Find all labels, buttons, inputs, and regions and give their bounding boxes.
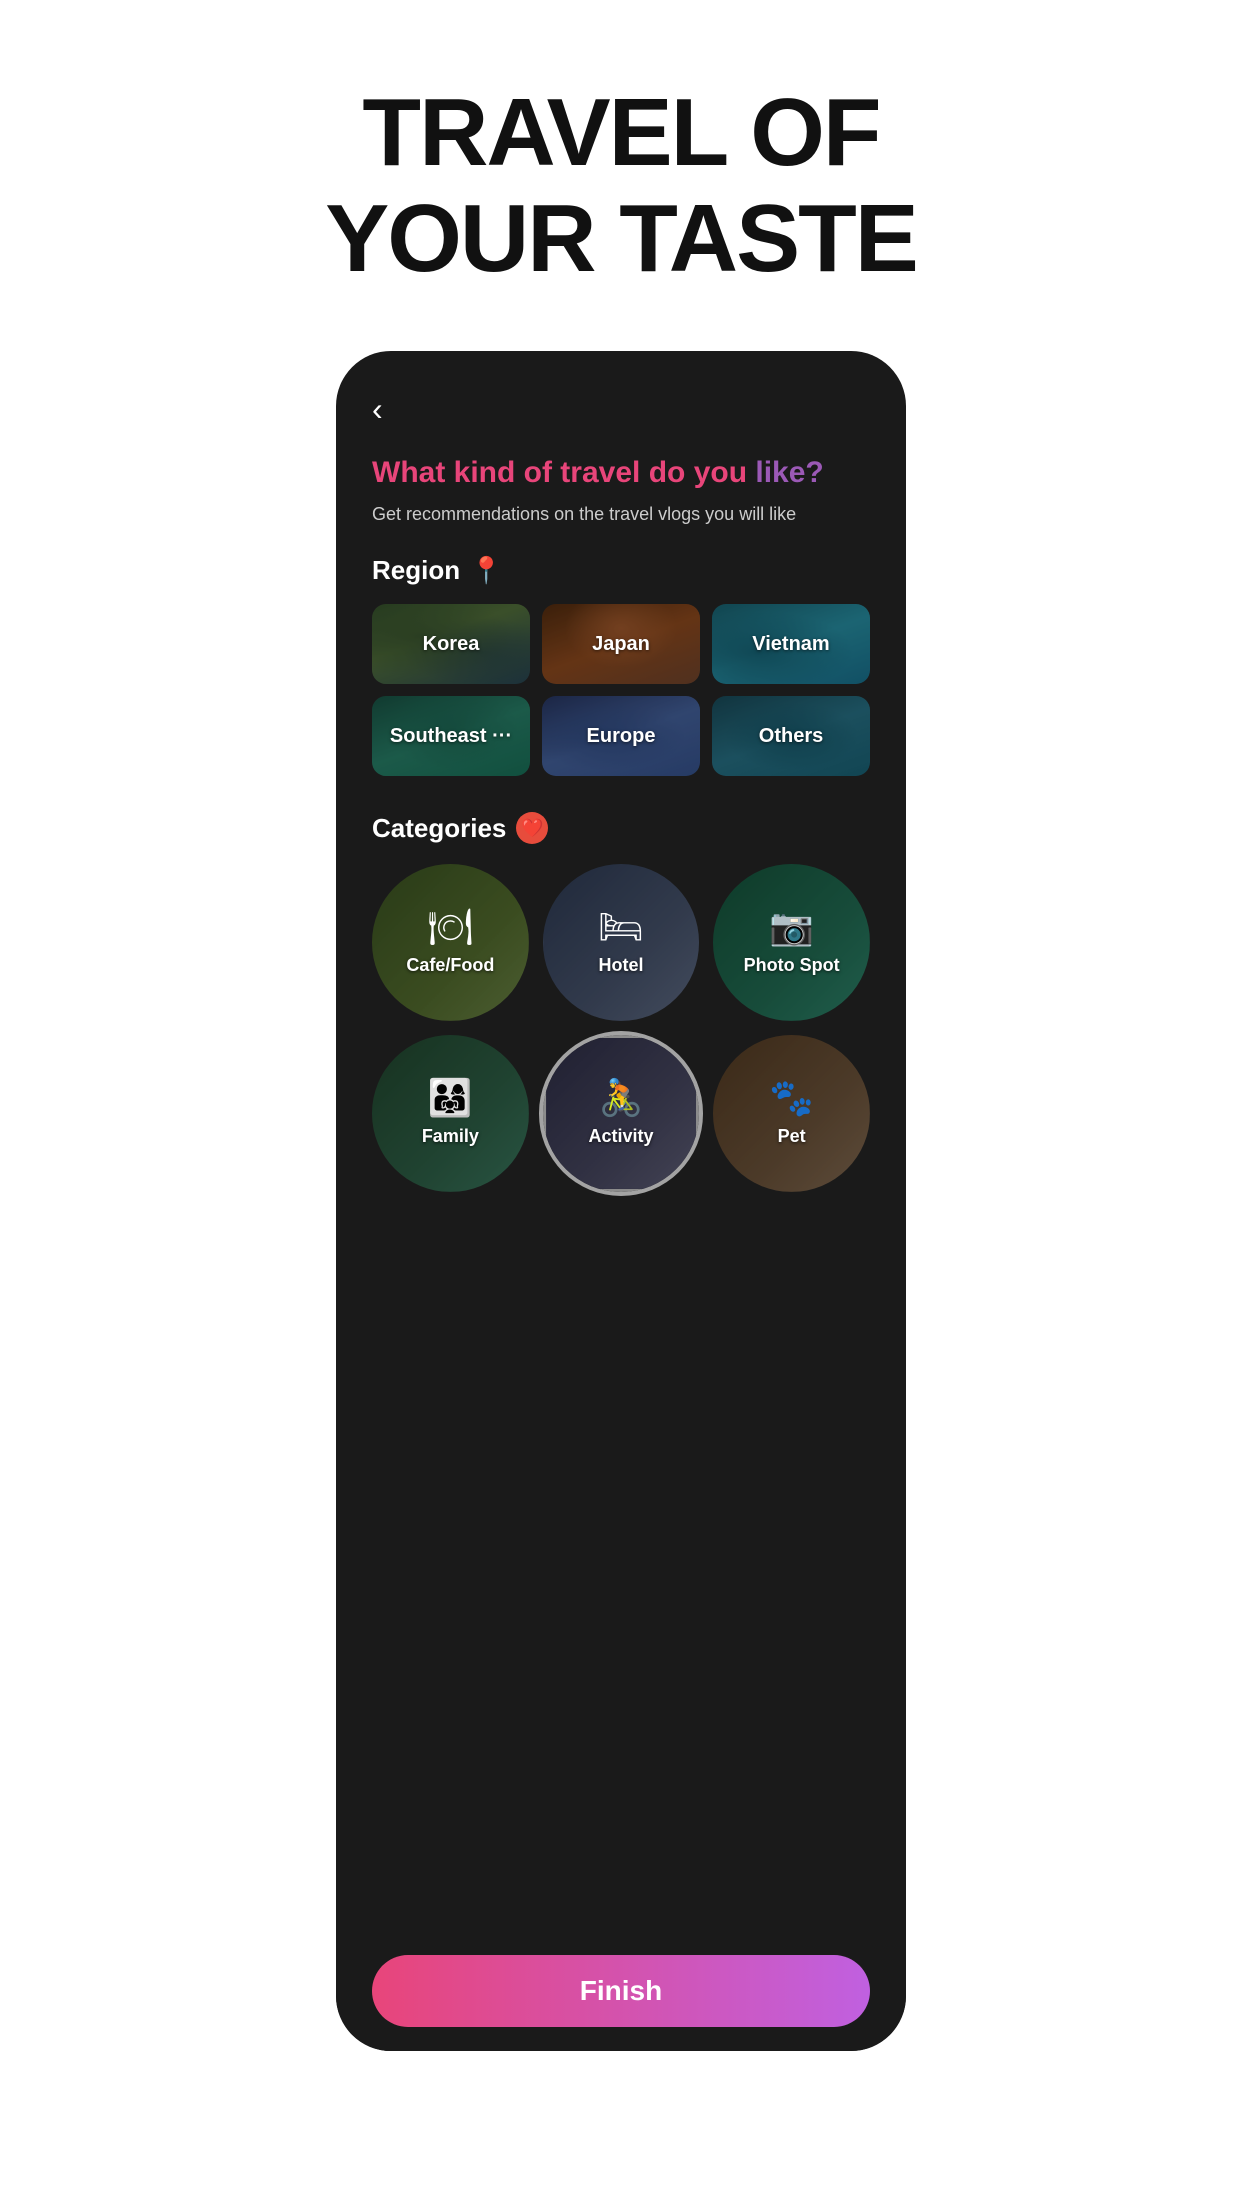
question-heading: What kind of travel do you like? xyxy=(372,452,870,494)
region-icon: 📍 xyxy=(470,555,502,586)
region-card-korea[interactable]: Korea xyxy=(372,604,530,684)
region-card-vietnam[interactable]: Vietnam xyxy=(712,604,870,684)
region-card-southeast[interactable]: Southeast ··· xyxy=(372,696,530,776)
category-cafe[interactable]: 🍽 Cafe/Food xyxy=(372,864,529,1021)
heart-icon: ❤️ xyxy=(516,812,548,844)
activity-icon: 🚴 xyxy=(599,1080,644,1116)
page-title: TRAVEL OF YOUR TASTE xyxy=(325,80,917,291)
category-family[interactable]: 👨‍👩‍👧 Family xyxy=(372,1035,529,1192)
cafe-icon: 🍽 xyxy=(427,909,473,945)
category-photospot[interactable]: 📷 Photo Spot xyxy=(713,864,870,1021)
categories-label: Categories ❤️ xyxy=(372,812,870,844)
category-activity[interactable]: 🚴 Activity xyxy=(543,1035,700,1192)
pet-icon: 🐾 xyxy=(769,1080,814,1116)
question-subtitle: Get recommendations on the travel vlogs … xyxy=(372,504,870,525)
region-section-label: Region 📍 xyxy=(372,555,870,586)
hotel-icon: 🛏 xyxy=(598,909,644,945)
region-card-japan[interactable]: Japan xyxy=(542,604,700,684)
finish-button[interactable]: Finish xyxy=(372,1955,870,2027)
region-card-others[interactable]: Others xyxy=(712,696,870,776)
region-grid: Korea Japan Vietnam Southeast ··· Europe… xyxy=(372,604,870,776)
region-card-europe[interactable]: Europe xyxy=(542,696,700,776)
finish-button-container: Finish xyxy=(336,1939,906,2051)
categories-grid: 🍽 Cafe/Food 🛏 Hotel 📷 Photo Spot xyxy=(372,864,870,1191)
phone-mockup: ‹ What kind of travel do you like? Get r… xyxy=(336,351,906,2051)
camera-icon: 📷 xyxy=(769,909,814,945)
categories-section: Categories ❤️ 🍽 Cafe/Food 🛏 Hotel xyxy=(372,812,870,1191)
family-icon: 👨‍👩‍👧 xyxy=(428,1080,473,1116)
category-hotel[interactable]: 🛏 Hotel xyxy=(543,864,700,1021)
back-button[interactable]: ‹ xyxy=(372,391,383,428)
category-pet[interactable]: 🐾 Pet xyxy=(713,1035,870,1192)
